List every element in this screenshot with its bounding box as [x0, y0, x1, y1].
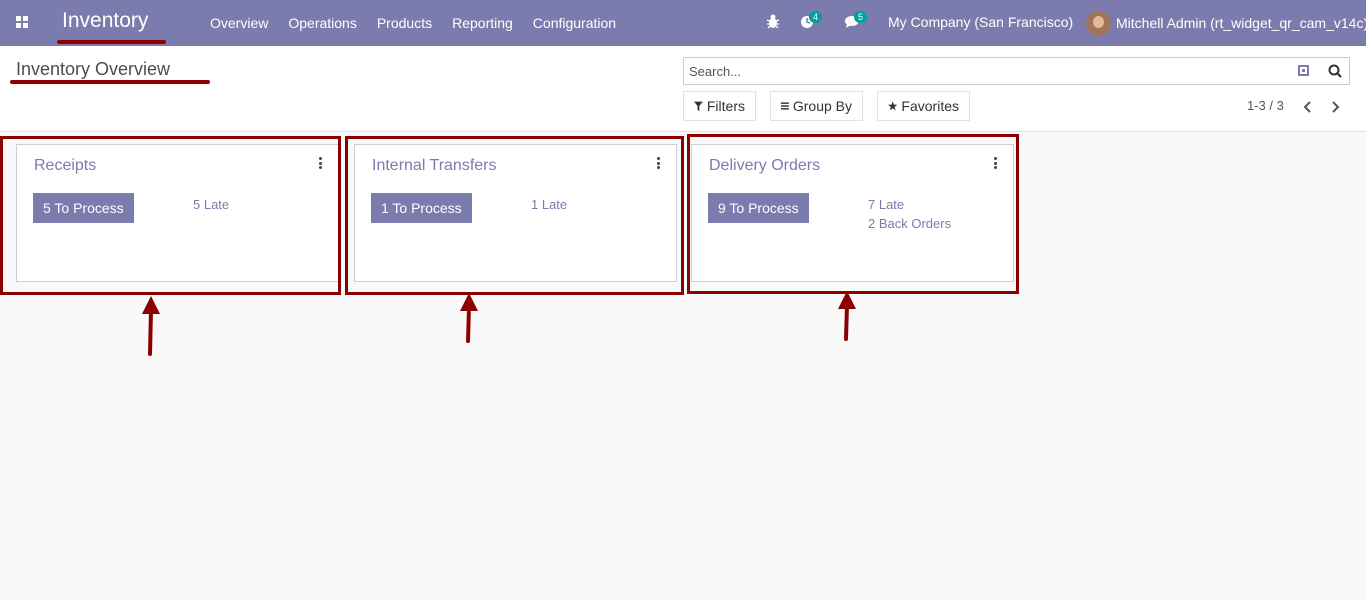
main-menu: Overview Operations Products Reporting C…: [200, 0, 626, 46]
apps-menu-icon[interactable]: [16, 16, 28, 28]
user-menu[interactable]: Mitchell Admin (rt_widget_qr_cam_v14c): [1086, 10, 1366, 36]
highlight-box-receipts: [0, 136, 341, 295]
highlight-box-internal-transfers: [345, 136, 684, 295]
search-input[interactable]: [684, 58, 1284, 84]
control-panel: Inventory Overview Filters Group By Favo…: [0, 46, 1366, 132]
highlight-box-delivery-orders: [687, 134, 1019, 294]
pager-next-button[interactable]: [1329, 100, 1341, 114]
user-name: Mitchell Admin (rt_widget_qr_cam_v14c): [1116, 15, 1366, 31]
activity-count-badge: 4: [809, 11, 823, 23]
search-icon: [1328, 64, 1342, 78]
search-button[interactable]: [1321, 58, 1349, 84]
arrow-up-icon: [838, 291, 856, 341]
list-icon: [781, 102, 789, 110]
pager-value[interactable]: 1-3 / 3: [1247, 98, 1284, 113]
favorites-label: Favorites: [901, 98, 959, 114]
group-by-button[interactable]: Group By: [770, 91, 863, 121]
top-navbar: Inventory Overview Operations Products R…: [0, 0, 1366, 46]
menu-products[interactable]: Products: [367, 15, 442, 31]
menu-operations[interactable]: Operations: [278, 15, 366, 31]
page-title: Inventory Overview: [16, 59, 171, 79]
activity-icon[interactable]: 4: [800, 11, 823, 31]
messages-count-badge: 5: [854, 11, 868, 23]
star-icon: [888, 101, 898, 111]
favorites-button[interactable]: Favorites: [877, 91, 970, 121]
arrow-up-icon: [460, 293, 478, 343]
menu-reporting[interactable]: Reporting: [442, 15, 523, 31]
avatar: [1086, 10, 1111, 36]
menu-overview[interactable]: Overview: [200, 15, 278, 31]
filters-label: Filters: [706, 98, 745, 114]
app-name[interactable]: Inventory: [62, 9, 148, 33]
filter-icon: [694, 101, 703, 111]
chevron-left-icon: [1303, 101, 1311, 113]
filters-button[interactable]: Filters: [683, 91, 756, 121]
messages-icon[interactable]: 5: [845, 11, 868, 31]
pager-previous-button[interactable]: [1302, 100, 1314, 114]
company-switcher[interactable]: My Company (San Francisco): [888, 14, 1073, 30]
title-underline: [10, 80, 210, 84]
arrow-up-icon: [142, 296, 160, 356]
qr-code-icon[interactable]: [1298, 65, 1309, 76]
bug-icon[interactable]: [766, 13, 782, 31]
group-by-label: Group By: [792, 98, 852, 114]
app-name-underline: [57, 40, 166, 44]
search-bar: [683, 57, 1350, 85]
menu-configuration[interactable]: Configuration: [523, 15, 626, 31]
chevron-right-icon: [1332, 101, 1340, 113]
